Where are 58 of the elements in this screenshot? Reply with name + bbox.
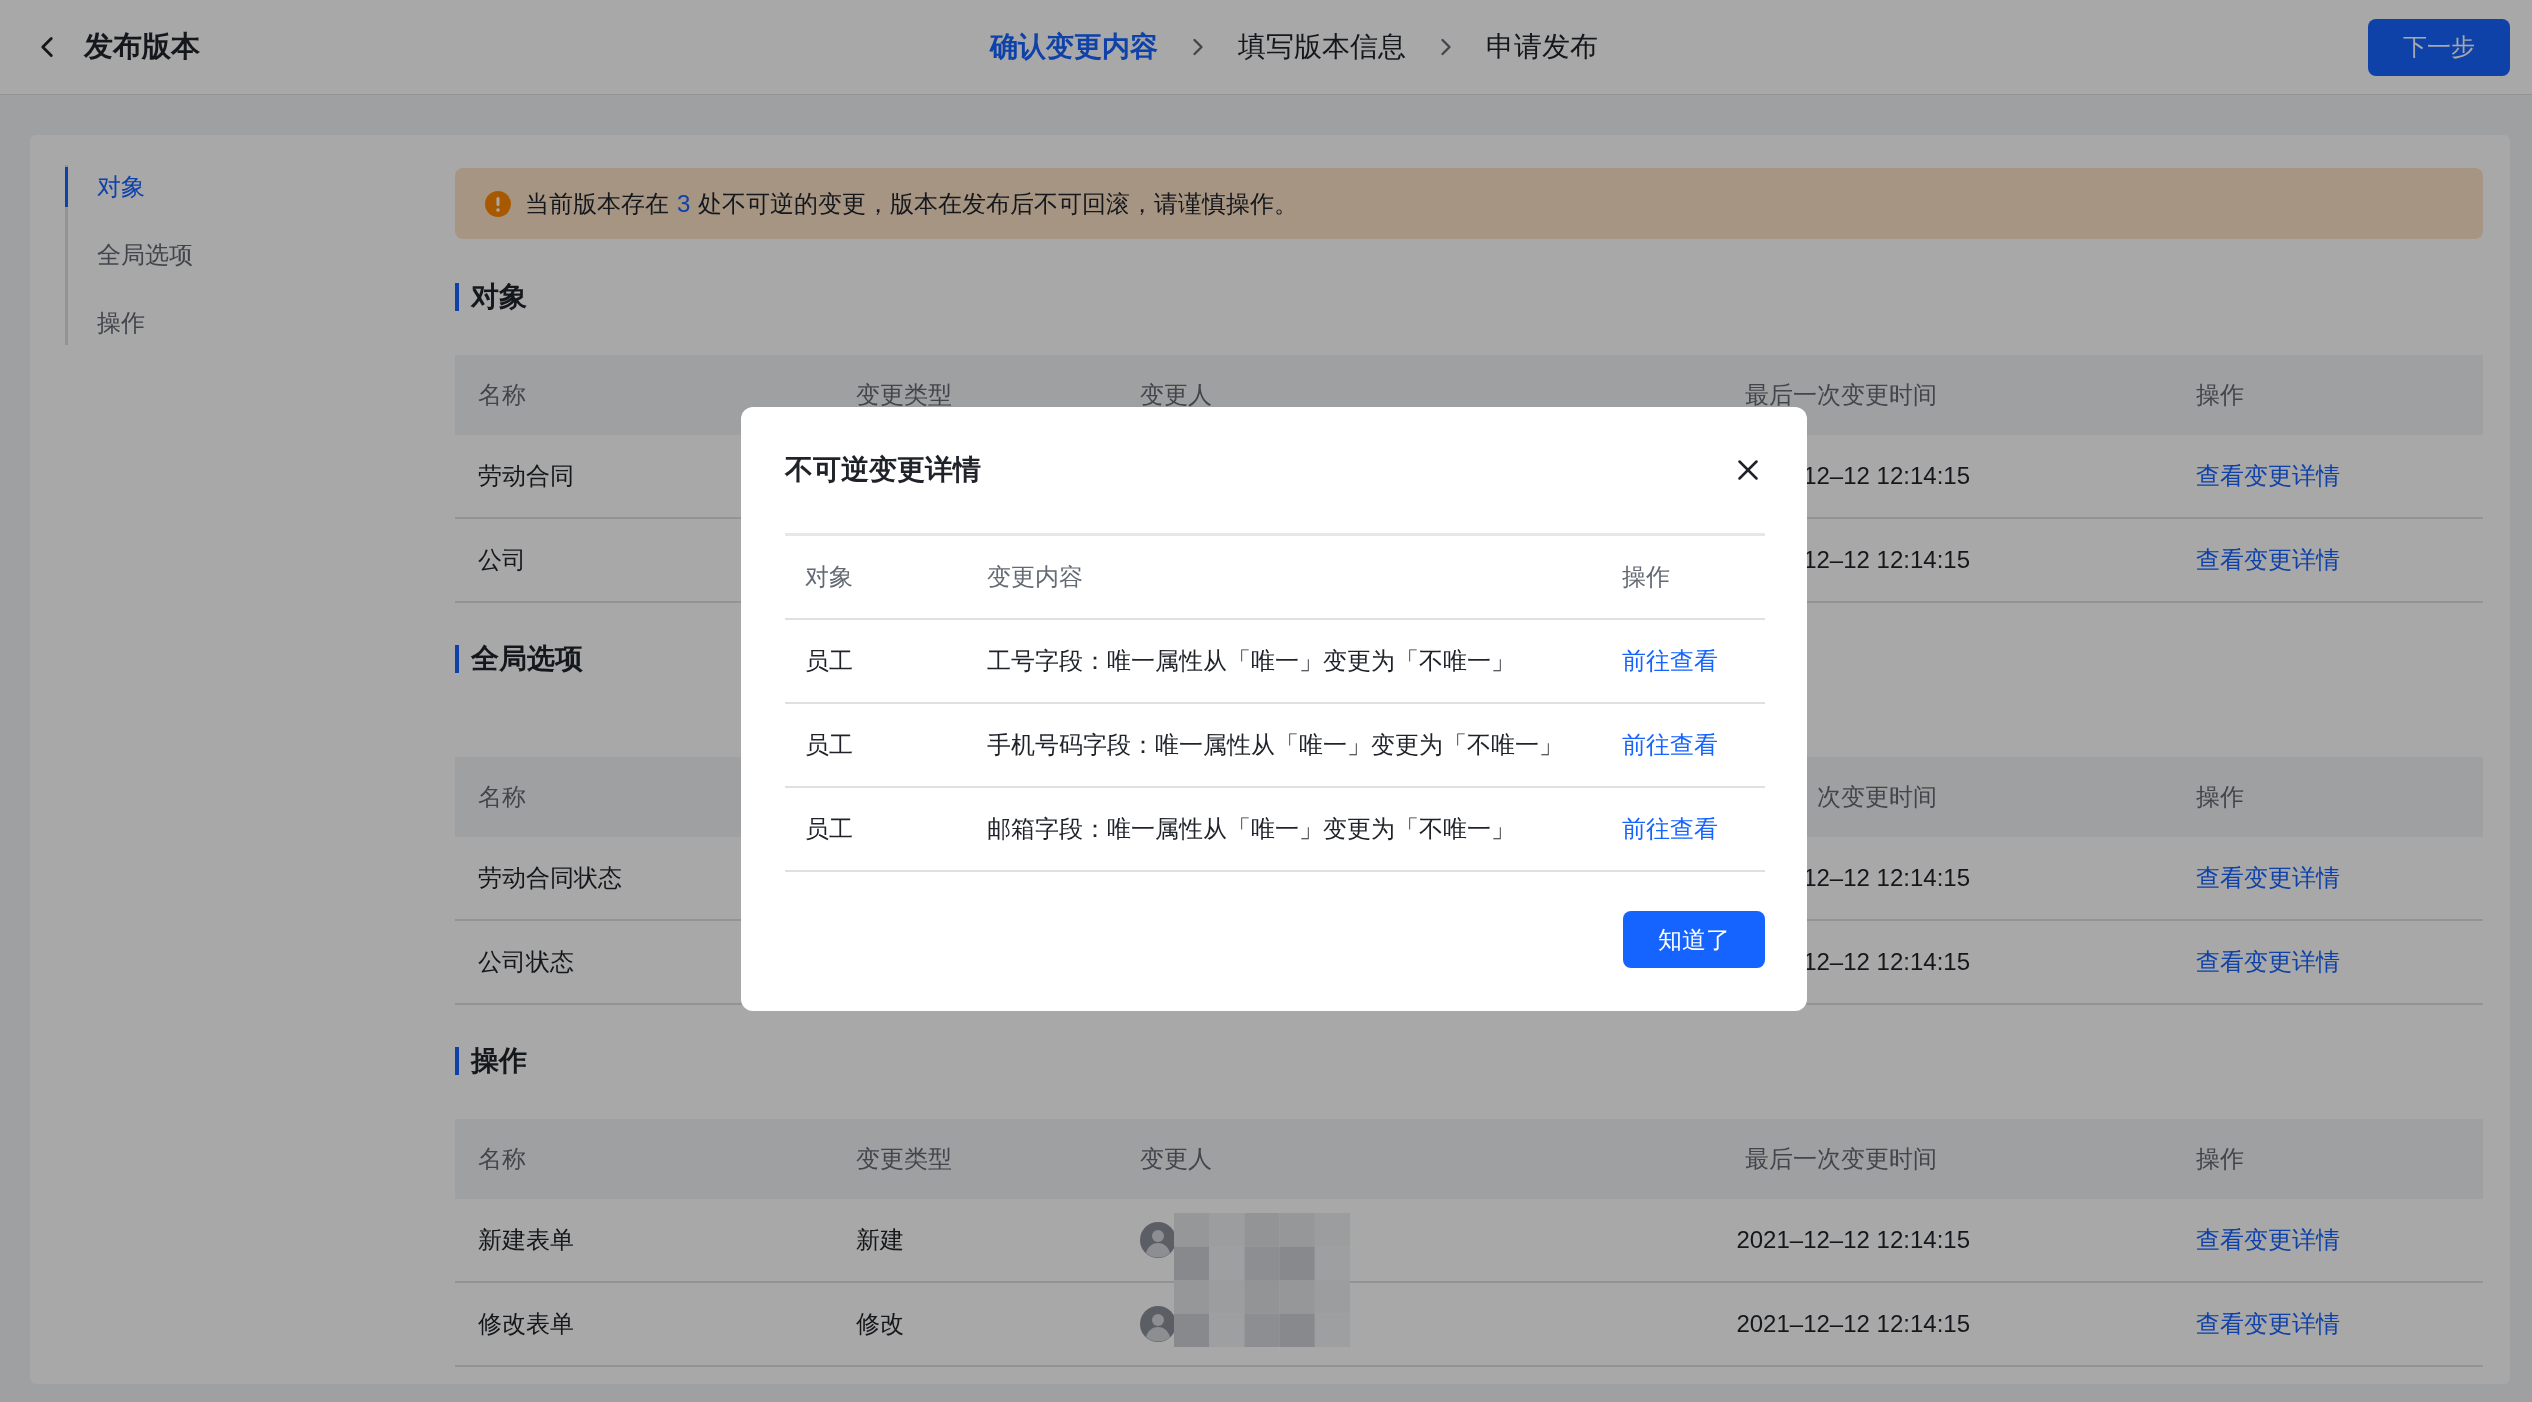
view-details-link[interactable]: 查看变更详情 <box>2196 946 2340 978</box>
table-cell: 12–12 12:14:15 <box>1803 948 1970 976</box>
column-header: 次变更时间 <box>1817 782 1937 812</box>
view-details-link[interactable]: 查看变更详情 <box>2196 460 2340 492</box>
dialog-title: 不可逆变更详情 <box>785 453 981 487</box>
column-header: 名称 <box>478 1144 526 1174</box>
table-cell-text: 工号字段：唯一属性从「唯一」变更为「不唯一」 <box>986 646 1516 676</box>
column-header: 变更内容 <box>986 562 1084 592</box>
page-title: 发布版本 <box>84 29 200 64</box>
sidebar-item[interactable]: 操作 <box>65 303 455 343</box>
step: 填写版本信息 <box>1238 28 1406 66</box>
table-cell: 2021–12–12 12:14:15 <box>1736 1226 1970 1254</box>
column-header: 名称 <box>478 380 526 410</box>
column-header: 最后一次变更时间 <box>1745 1144 1937 1174</box>
got-it-button[interactable]: 知道了 <box>1623 911 1765 968</box>
warning-icon <box>485 190 511 217</box>
go-view-link[interactable]: 前往查看 <box>1622 647 1718 674</box>
table-cell-text: 员工 <box>804 646 854 676</box>
column-header: 变更人 <box>1140 1144 1212 1174</box>
table-cell: 12–12 12:14:15 <box>1803 864 1970 892</box>
step: 确认变更内容 <box>990 28 1158 66</box>
table-cell-text: 邮箱字段：唯一属性从「唯一」变更为「不唯一」 <box>986 814 1516 844</box>
table-cell-text: 员工 <box>804 814 854 844</box>
view-details-link[interactable]: 查看变更详情 <box>2196 544 2340 576</box>
table-cell-text: 劳动合同状态 <box>478 863 622 893</box>
view-details-link[interactable]: 查看变更详情 <box>2196 862 2340 894</box>
column-header: 最后一次变更时间 <box>1745 380 1937 410</box>
table-cell-text: 员工 <box>804 730 854 760</box>
column-header: 变更类型 <box>856 380 952 410</box>
table-cell: 12–12 12:14:15 <box>1803 462 1970 490</box>
go-view-link[interactable]: 前往查看 <box>1622 815 1718 842</box>
column-header: 名称 <box>478 782 526 812</box>
column-header: 操作 <box>1621 562 1671 592</box>
table-cell: 12–12 12:14:15 <box>1803 546 1970 574</box>
table-cell-text: 新建 <box>856 1225 904 1255</box>
view-details-link[interactable]: 查看变更详情 <box>2196 1224 2340 1256</box>
section-title: 对象 <box>455 283 2483 311</box>
column-header: 变更类型 <box>856 1144 952 1174</box>
table-cell-text: 修改 <box>856 1309 904 1339</box>
table-cell-text: 新建表单 <box>478 1225 574 1255</box>
column-header: 变更人 <box>1140 380 1212 410</box>
table-cell-text: 手机号码字段：唯一属性从「唯一」变更为「不唯一」 <box>986 730 1564 760</box>
table-cell-text: 公司 <box>478 545 526 575</box>
view-details-link[interactable]: 查看变更详情 <box>2196 1308 2340 1340</box>
table-cell-text: 劳动合同 <box>478 461 574 491</box>
section-title: 操作 <box>455 1047 2483 1075</box>
warning-text: 当前版本存在 3 处不可逆的变更，版本在发布后不可回滚，请谨慎操作。 <box>525 188 1299 219</box>
go-view-link[interactable]: 前往查看 <box>1622 731 1718 758</box>
column-header: 操作 <box>2196 1144 2244 1174</box>
column-header: 操作 <box>2196 782 2244 812</box>
column-header: 对象 <box>804 562 854 592</box>
step: 申请发布 <box>1486 28 1598 66</box>
column-header: 操作 <box>2196 380 2244 410</box>
sidebar-item[interactable]: 全局选项 <box>65 235 455 275</box>
table-cell-text: 公司状态 <box>478 947 574 977</box>
table-cell: 2021–12–12 12:14:15 <box>1736 1310 1970 1338</box>
next-button[interactable]: 下一步 <box>2368 18 2510 76</box>
table-cell-text: 修改表单 <box>478 1309 574 1339</box>
